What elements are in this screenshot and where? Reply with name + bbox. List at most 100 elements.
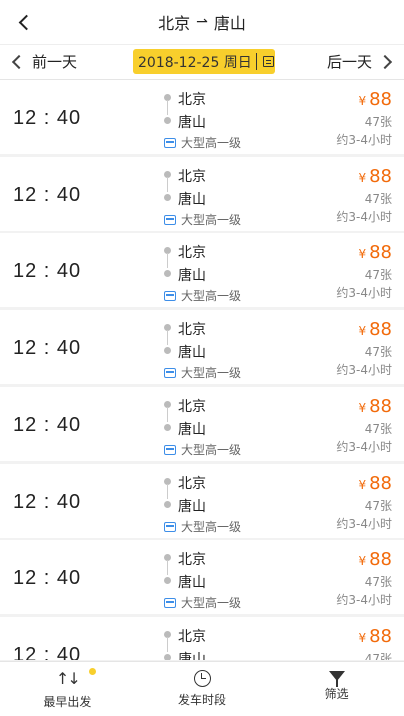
origin-station: 北京 xyxy=(178,552,206,568)
ticket-price: ¥88 xyxy=(358,473,392,494)
bus-type: 大型高一级 xyxy=(164,441,241,458)
destination-dot-icon xyxy=(164,270,171,277)
bus-type-label: 大型高一级 xyxy=(181,366,242,380)
back-button[interactable] xyxy=(12,10,36,34)
trip-card[interactable]: 12 : 40北京唐山大型高一级¥8847张约3-4小时 xyxy=(0,233,404,307)
date-divider xyxy=(255,53,257,70)
departure-time: 12 : 40 xyxy=(13,184,82,206)
station-info: 北京唐山大型高一级 xyxy=(164,396,314,458)
trip-card[interactable]: 12 : 40北京唐山大型高一级¥8847张约3-4小时 xyxy=(0,540,404,614)
currency-symbol: ¥ xyxy=(358,324,367,338)
seats-left: 47张 xyxy=(364,499,392,513)
trip-card[interactable]: 12 : 40北京唐山大型高一级¥8847张约3-4小时 xyxy=(0,310,404,384)
bus-icon xyxy=(164,367,176,378)
bus-type: 大型高一级 xyxy=(164,364,241,381)
price-value: 88 xyxy=(369,166,392,187)
currency-symbol: ¥ xyxy=(358,171,367,185)
trip-card[interactable]: 12 : 40 北京唐山大型高一级 ¥88 47张约3-4小时 xyxy=(0,387,404,461)
bus-type: 大型高一级 xyxy=(164,518,241,535)
bus-type-label: 大型高一级 xyxy=(181,213,242,227)
origin-station: 北京 xyxy=(178,322,206,338)
chevron-left-icon xyxy=(11,54,27,69)
origin-station: 北京 xyxy=(178,399,206,415)
bus-icon xyxy=(164,290,176,301)
bus-type: 大型高一级 xyxy=(164,211,241,228)
tab-label-sort: 最早出发 xyxy=(43,695,92,709)
tab-label-time: 发车时段 xyxy=(178,693,227,707)
route-line xyxy=(167,407,168,422)
destination-dot-icon xyxy=(164,194,171,201)
ticket-price: ¥88 xyxy=(358,89,392,110)
destination-dot-icon xyxy=(164,577,171,584)
seats-left: 47张 xyxy=(364,652,392,660)
trip-list[interactable]: 12 : 40 北京 唐山 大型高一级 ¥88 47张 约3-4小时 12 : 40 北京 唐山大… xyxy=(0,80,404,660)
route-line xyxy=(167,484,168,499)
destination-station: 唐山 xyxy=(178,422,206,438)
station-info: 北京唐山大型高一级 xyxy=(164,89,314,151)
bus-type-label: 大型高一级 xyxy=(181,289,242,303)
destination-station: 唐山 xyxy=(178,192,206,208)
destination-station: 唐山 xyxy=(178,652,206,660)
trip-duration: 约3-4小时 xyxy=(336,440,392,454)
ticket-price: ¥88 xyxy=(358,242,392,263)
destination-dot-icon xyxy=(164,501,171,508)
route-line xyxy=(167,330,168,345)
trip-duration: 约3-4小时 xyxy=(336,286,392,300)
ticket-price: ¥88 xyxy=(358,549,392,570)
station-info: 北京唐山大型高一级 xyxy=(164,473,314,535)
station-info: 北京唐山大型高一级 xyxy=(164,166,314,228)
bus-type-label: 大型高一级 xyxy=(181,136,242,150)
route-line xyxy=(167,560,168,575)
tab-departure-time[interactable]: 发车时段 xyxy=(135,662,270,716)
route-line xyxy=(167,100,168,115)
prev-day-button[interactable]: 前一天 xyxy=(11,51,77,72)
route-to: 唐山 xyxy=(213,14,246,33)
currency-symbol: ¥ xyxy=(358,94,367,108)
calendar-icon xyxy=(262,56,274,67)
trip-duration: 约3-4小时 xyxy=(336,133,392,147)
current-date: 2018-12-25 周日 xyxy=(138,54,252,71)
seats-left: 47张 xyxy=(364,115,392,129)
bus-type-label: 大型高一级 xyxy=(181,443,242,457)
currency-symbol: ¥ xyxy=(358,478,367,492)
route-line xyxy=(167,637,168,652)
bus-icon xyxy=(164,137,176,148)
tab-filter[interactable]: 筛选 xyxy=(269,662,404,716)
destination-station: 唐山 xyxy=(178,575,206,591)
next-day-button[interactable]: 后一天 xyxy=(327,51,393,72)
currency-symbol: ¥ xyxy=(358,401,367,415)
route-title: 北京 ⇀ 唐山 xyxy=(158,10,246,34)
top-header: 北京 ⇀ 唐山 xyxy=(0,0,404,44)
tab-earliest-departure[interactable]: ↑↓ 最早出发 xyxy=(0,662,135,716)
origin-station: 北京 xyxy=(178,476,206,492)
departure-time: 12 : 40 xyxy=(13,414,82,436)
departure-time: 12 : 40 xyxy=(13,107,82,129)
bus-type: 大型高一级 xyxy=(164,287,241,304)
ticket-price: ¥88 xyxy=(358,396,392,417)
destination-station: 唐山 xyxy=(178,268,206,284)
station-info: 北京唐山大型高一级 xyxy=(164,242,314,304)
trip-card[interactable]: 12 : 40北京唐山大型高一级¥8847张约3-4小时 xyxy=(0,157,404,231)
departure-time: 12 : 40 xyxy=(13,337,82,359)
departure-time: 12 : 40 xyxy=(13,491,82,513)
price-value: 88 xyxy=(369,242,392,263)
trip-card[interactable]: 12 : 40北京唐山大型高一级¥8847张约3-4小时 xyxy=(0,617,404,660)
ticket-price: ¥88 xyxy=(358,626,392,647)
route-arrow-icon: ⇀ xyxy=(196,14,208,30)
seats-left: 47张 xyxy=(364,422,392,436)
bus-type: 大型高一级 xyxy=(164,134,241,151)
date-picker-button[interactable]: 2018-12-25 周日 xyxy=(133,49,275,74)
price-value: 88 xyxy=(369,89,392,110)
active-indicator-dot xyxy=(89,668,96,675)
destination-station: 唐山 xyxy=(178,499,206,515)
destination-dot-icon xyxy=(164,424,171,431)
trip-card[interactable]: 12 : 40 北京唐山大型高一级 ¥88 47张约3-4小时 xyxy=(0,80,404,154)
price-value: 88 xyxy=(369,319,392,340)
destination-dot-icon xyxy=(164,117,171,124)
departure-time: 12 : 40 xyxy=(13,644,82,660)
price-value: 88 xyxy=(369,626,392,647)
origin-station: 北京 xyxy=(178,169,206,185)
trip-duration: 约3-4小时 xyxy=(336,210,392,224)
ticket-price: ¥88 xyxy=(358,166,392,187)
trip-card[interactable]: 12 : 40北京唐山大型高一级¥8847张约3-4小时 xyxy=(0,464,404,538)
